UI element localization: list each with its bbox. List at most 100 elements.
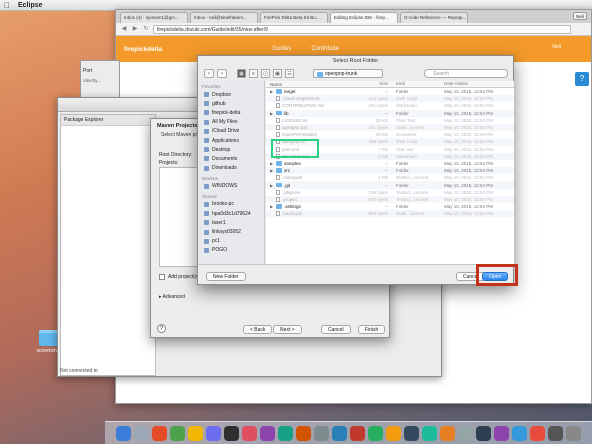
new-folder-button[interactable]: New Folder xyxy=(206,272,246,281)
dock-app-icon[interactable] xyxy=(422,425,437,441)
dock-app-icon[interactable] xyxy=(242,425,257,441)
help-button[interactable]: ? xyxy=(575,72,589,86)
column-view-icon[interactable]: ◫ xyxy=(261,68,270,78)
sidebar-item-icloud-drive[interactable]: iCloud Drive xyxy=(198,127,264,136)
dock-app-icon[interactable] xyxy=(458,425,473,441)
dock-app-icon[interactable] xyxy=(476,425,491,441)
sidebar-item-pogo[interactable]: POGO xyxy=(198,246,264,255)
file-row[interactable]: ▶ .git -- Folder May 10, 2015, 12:54 PM xyxy=(266,181,514,189)
finish-button[interactable]: Finish xyxy=(358,325,386,334)
column-name[interactable]: Name xyxy=(266,81,362,87)
dock-app-icon[interactable] xyxy=(566,425,581,441)
dock-app-icon[interactable] xyxy=(530,425,545,441)
dock-app-icon[interactable] xyxy=(548,425,563,441)
picker-forward-icon[interactable]: › xyxy=(217,68,227,78)
browser-tab[interactable]: G-code Reference — Reprap... xyxy=(400,12,468,23)
file-row[interactable]: ▶ target -- Folder May 10, 2015, 12:54 PM xyxy=(266,88,514,95)
help-icon[interactable]: ? xyxy=(157,324,166,333)
sidebar-item-github[interactable]: github xyxy=(198,99,264,108)
sidebar-item-hpa0d3c1d79624[interactable]: hpa0d3c1d79624 xyxy=(198,209,264,218)
apple-menu-icon[interactable]:  xyxy=(4,1,10,10)
file-row[interactable]: ▶ samples -- Folder May 10, 2015, 12:54 PM xyxy=(266,160,514,167)
advanced-toggle[interactable]: ▸ Advanced xyxy=(159,294,185,300)
dock-app-icon[interactable] xyxy=(512,425,527,441)
coverflow-view-icon[interactable]: ▣ xyxy=(273,68,282,78)
sidebar-item-documents[interactable]: Documents xyxy=(198,154,264,163)
sidebar-item-linksys03052[interactable]: linksys03052 xyxy=(198,227,264,236)
package-explorer-title[interactable]: Package Explorer xyxy=(61,115,155,126)
arrange-icon[interactable]: ☷ xyxy=(285,68,294,78)
app-menu-eclipse[interactable]: Eclipse xyxy=(18,2,43,9)
dock-app-icon[interactable] xyxy=(152,425,167,441)
browser-tab[interactable]: FirePick Delta Beta Kit Bu... xyxy=(260,12,328,23)
dock-app-icon[interactable] xyxy=(314,425,329,441)
sidebar-item-pc1[interactable]: pc1 xyxy=(198,237,264,246)
browser-tab[interactable]: Inbox (4) - njensen1@gm... xyxy=(120,12,188,23)
sidebar-item-brooks-pc[interactable]: brooks-pc xyxy=(198,200,264,209)
file-kind: Folder xyxy=(396,168,409,174)
nav-guides-link[interactable]: Guides xyxy=(272,46,291,52)
browser-user-badge[interactable]: Neil xyxy=(573,12,587,20)
sidebar-item-windows[interactable]: WINDOWS xyxy=(198,182,264,191)
sidebar-item-laser1[interactable]: laser1 xyxy=(198,218,264,227)
dock-app-icon[interactable] xyxy=(206,425,221,441)
browser-tab-active[interactable]: Editing Eclipse IDE - firep... xyxy=(330,12,398,23)
dock-app-icon[interactable] xyxy=(260,425,275,441)
address-bar[interactable]: firepickdelta.dozuki.com/Guide/edit/35/n… xyxy=(153,24,571,34)
dock-app-icon[interactable] xyxy=(440,425,455,441)
disclosure-triangle-icon[interactable]: ▶ xyxy=(270,161,274,166)
browser-tab[interactable]: Inbox - neil@timefrakers... xyxy=(190,12,258,23)
back-arrow-icon[interactable]: ◀ xyxy=(120,25,128,33)
picker-back-icon[interactable]: ‹ xyxy=(204,68,214,78)
file-name-cell: .cloud-snapshot.sh xyxy=(266,96,362,102)
forward-arrow-icon[interactable]: ▶ xyxy=(131,25,139,33)
sidebar-item-downloads[interactable]: Downloads xyxy=(198,164,264,173)
site-logo[interactable]: firepickdelta xyxy=(124,46,162,53)
list-view-icon[interactable]: ≡ xyxy=(249,68,258,78)
add-working-set-checkbox[interactable] xyxy=(159,274,165,280)
dock-app-icon[interactable] xyxy=(350,425,365,441)
column-date[interactable]: Date Added xyxy=(440,81,514,87)
back-button[interactable]: < Back xyxy=(243,325,273,334)
search-field[interactable]: Search xyxy=(424,69,508,78)
dock-app-icon[interactable] xyxy=(170,425,185,441)
folder-popup[interactable]: openpnp-trunk xyxy=(313,69,383,78)
disclosure-triangle-icon[interactable]: ▶ xyxy=(270,183,274,188)
sidebar-item-all-my-files[interactable]: All My Files xyxy=(198,118,264,127)
file-name-cell: OpenPnPInstaller xyxy=(266,132,362,138)
dock-app-icon[interactable] xyxy=(494,425,509,441)
dock-app-icon[interactable] xyxy=(332,425,347,441)
disclosure-triangle-icon[interactable]: ▶ xyxy=(270,204,274,209)
icon-view-icon[interactable]: ▦ xyxy=(237,68,246,78)
dock-app-icon[interactable] xyxy=(224,425,239,441)
document-icon xyxy=(276,211,280,217)
dock-app-icon[interactable] xyxy=(134,425,149,441)
nav-contribute-link[interactable]: Contribute xyxy=(311,46,339,52)
file-row[interactable]: ▶ .settings -- Folder May 10, 2015, 12:54 PM xyxy=(266,203,514,210)
dock-app-icon[interactable] xyxy=(296,425,311,441)
sidebar-item-label: All My Files xyxy=(212,119,238,126)
disclosure-triangle-icon[interactable]: ▶ xyxy=(270,111,274,116)
dock-app-icon[interactable] xyxy=(386,425,401,441)
file-row[interactable]: ▶ lib -- Folder May 10, 2015, 12:54 PM xyxy=(266,109,514,117)
sidebar-item-applications[interactable]: Applications xyxy=(198,136,264,145)
file-row[interactable]: ▶ src -- Folder May 10, 2015, 12:54 PM xyxy=(266,167,514,175)
disclosure-triangle-icon[interactable]: ▶ xyxy=(270,168,274,173)
dock-app-icon[interactable] xyxy=(404,425,419,441)
sidebar-item-dropbox[interactable]: Dropbox xyxy=(198,90,264,99)
sidebar-item-firepick-delta[interactable]: firepick-delta xyxy=(198,108,264,117)
next-button[interactable]: Next > xyxy=(273,325,302,334)
column-size[interactable]: Size xyxy=(362,81,392,87)
cancel-button[interactable]: Cancel xyxy=(321,325,351,334)
account-link[interactable]: Neil xyxy=(552,44,561,50)
file-name-cell: openpnp.bat xyxy=(266,125,362,131)
dock-app-icon[interactable] xyxy=(116,425,131,441)
dock-app-icon[interactable] xyxy=(278,425,293,441)
dock-app-icon[interactable] xyxy=(368,425,383,441)
file-size: -- xyxy=(385,160,388,166)
disclosure-triangle-icon[interactable]: ▶ xyxy=(270,89,274,94)
dock-app-icon[interactable] xyxy=(188,425,203,441)
sidebar-item-desktop[interactable]: Desktop xyxy=(198,145,264,154)
column-kind[interactable]: Kind xyxy=(392,81,440,87)
reload-icon[interactable]: ↻ xyxy=(142,25,150,33)
